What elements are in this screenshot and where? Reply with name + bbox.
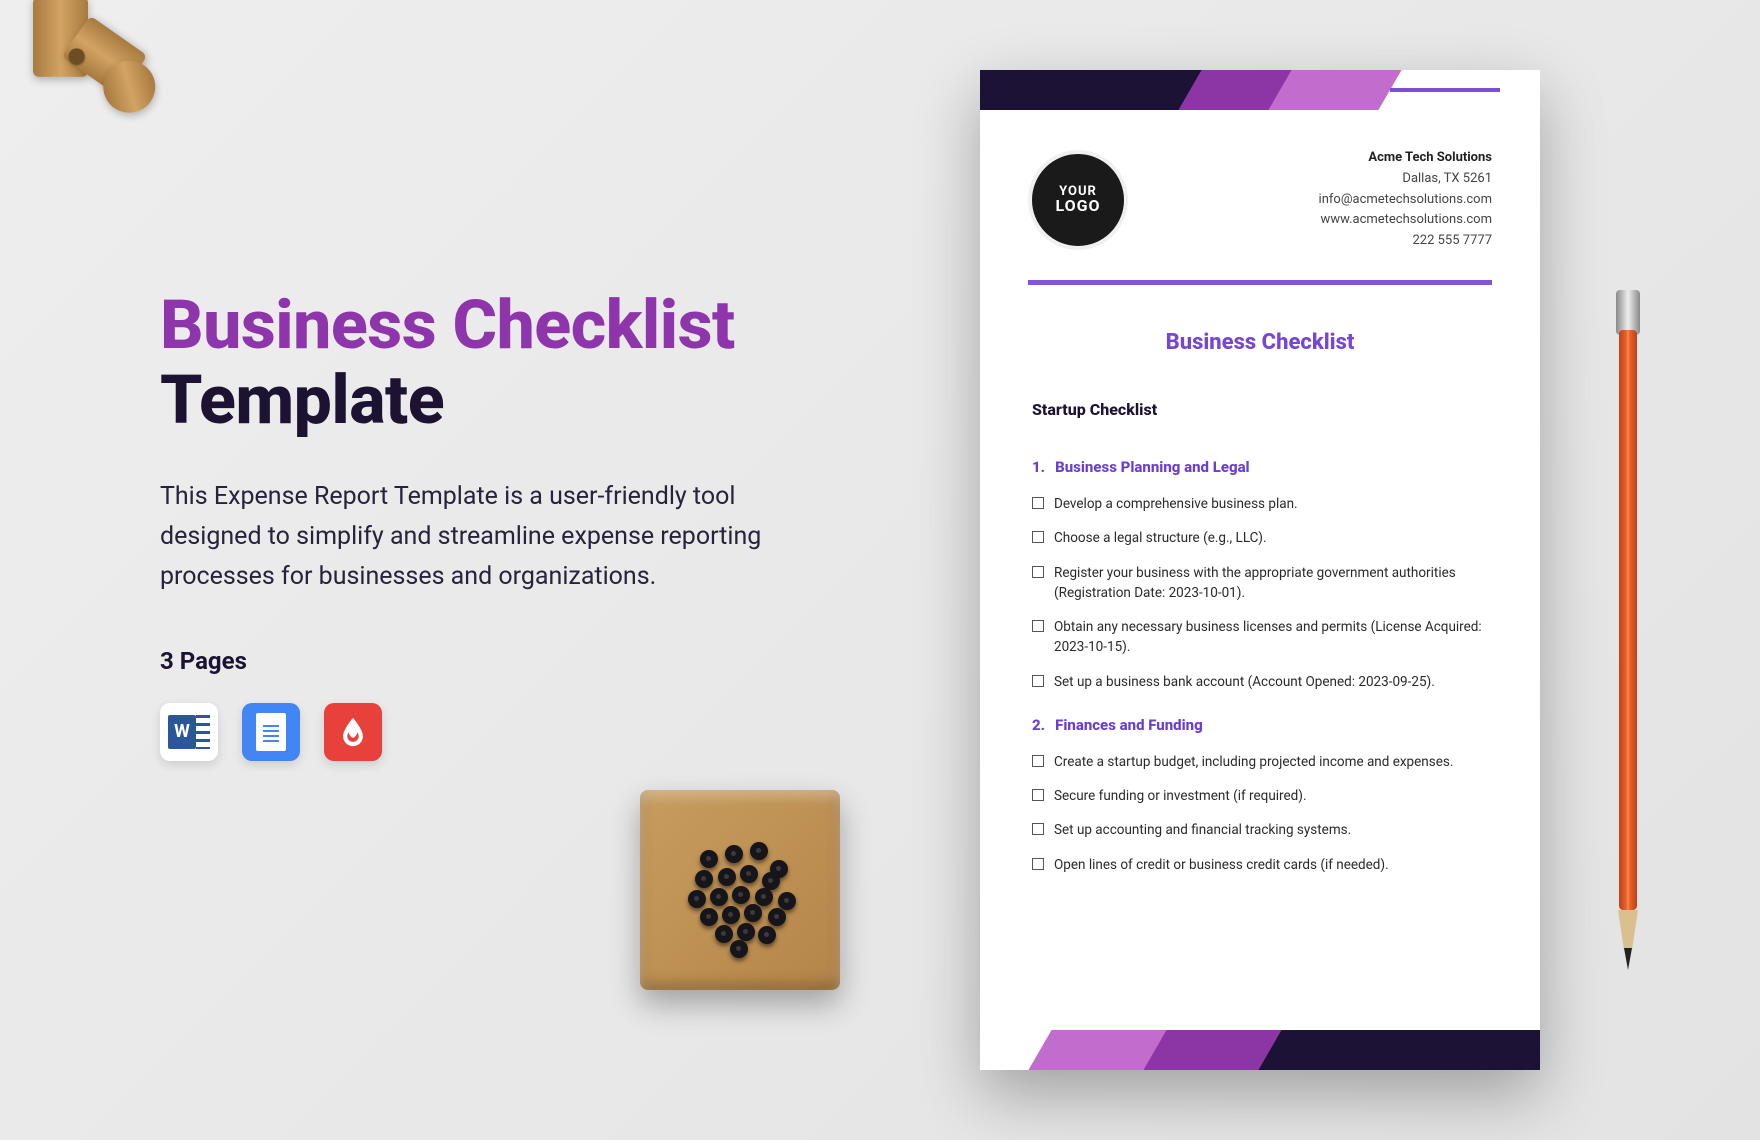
company-info: Acme Tech Solutions Dallas, TX 5261 info…	[1319, 148, 1492, 252]
list-item: Register your business with the appropri…	[1032, 563, 1488, 604]
google-docs-icon[interactable]	[242, 703, 300, 761]
doc-footer-band	[980, 1030, 1540, 1070]
item-text: Choose a legal structure (e.g., LLC).	[1054, 528, 1267, 548]
company-email: info@acmetechsolutions.com	[1319, 190, 1492, 211]
logo-line-2: LOGO	[1055, 198, 1100, 215]
company-name: Acme Tech Solutions	[1319, 148, 1492, 169]
doc-title: Business Checklist	[980, 330, 1540, 355]
decorative-mannequin-hand	[0, 0, 220, 175]
list-item: Develop a comprehensive business plan.	[1032, 494, 1488, 514]
doc-body: 1. Business Planning and Legal Develop a…	[1032, 450, 1488, 889]
doc-subtitle: Startup Checklist	[1032, 400, 1157, 419]
decorative-tack-block	[640, 790, 840, 990]
template-description: This Expense Report Template is a user-f…	[160, 477, 780, 597]
item-text: Secure funding or investment (if require…	[1054, 786, 1307, 806]
company-web: www.acmetechsolutions.com	[1319, 210, 1492, 231]
promo-left-column: Business Checklist Template This Expense…	[160, 290, 800, 761]
checkbox-icon[interactable]	[1032, 789, 1044, 801]
list-item: Open lines of credit or business credit …	[1032, 855, 1488, 875]
section-num-2: 2.	[1032, 716, 1045, 734]
file-format-icons	[160, 703, 800, 761]
item-text: Develop a comprehensive business plan.	[1054, 494, 1298, 514]
title-line-2: Template	[160, 365, 800, 436]
checkbox-icon[interactable]	[1032, 531, 1044, 543]
company-city: Dallas, TX 5261	[1319, 169, 1492, 190]
checkbox-icon[interactable]	[1032, 497, 1044, 509]
logo-placeholder: YOUR LOGO	[1028, 150, 1128, 250]
checkbox-icon[interactable]	[1032, 675, 1044, 687]
section-heading-2: 2. Finances and Funding	[1032, 716, 1488, 734]
item-text: Set up accounting and financial tracking…	[1054, 820, 1351, 840]
list-item: Choose a legal structure (e.g., LLC).	[1032, 528, 1488, 548]
item-text: Obtain any necessary business licenses a…	[1054, 617, 1488, 658]
section-num-1: 1.	[1032, 458, 1045, 476]
template-promo-scene: Business Checklist Template This Expense…	[0, 0, 1760, 1140]
list-item: Secure funding or investment (if require…	[1032, 786, 1488, 806]
item-text: Open lines of credit or business credit …	[1054, 855, 1389, 875]
section-title-2: Finances and Funding	[1055, 716, 1203, 734]
title-line-1: Business Checklist	[160, 290, 800, 361]
company-phone: 222 555 7777	[1319, 231, 1492, 252]
item-text: Register your business with the appropri…	[1054, 563, 1488, 604]
item-text: Create a startup budget, including proje…	[1054, 752, 1453, 772]
list-item: Obtain any necessary business licenses a…	[1032, 617, 1488, 658]
document-preview: YOUR LOGO Acme Tech Solutions Dallas, TX…	[980, 70, 1540, 1070]
decorative-pencil	[1616, 290, 1640, 970]
section-title-1: Business Planning and Legal	[1055, 458, 1250, 476]
checkbox-icon[interactable]	[1032, 620, 1044, 632]
checkbox-icon[interactable]	[1032, 566, 1044, 578]
section-heading-1: 1. Business Planning and Legal	[1032, 458, 1488, 476]
checkbox-icon[interactable]	[1032, 823, 1044, 835]
doc-header-band	[980, 70, 1540, 110]
checkbox-icon[interactable]	[1032, 858, 1044, 870]
list-item: Set up accounting and financial tracking…	[1032, 820, 1488, 840]
list-item: Create a startup budget, including proje…	[1032, 752, 1488, 772]
checkbox-icon[interactable]	[1032, 755, 1044, 767]
word-icon[interactable]	[160, 703, 218, 761]
item-text: Set up a business bank account (Account …	[1054, 672, 1435, 692]
pdf-icon[interactable]	[324, 703, 382, 761]
pages-count: 3 Pages	[160, 647, 800, 675]
doc-rule	[1028, 280, 1492, 285]
list-item: Set up a business bank account (Account …	[1032, 672, 1488, 692]
